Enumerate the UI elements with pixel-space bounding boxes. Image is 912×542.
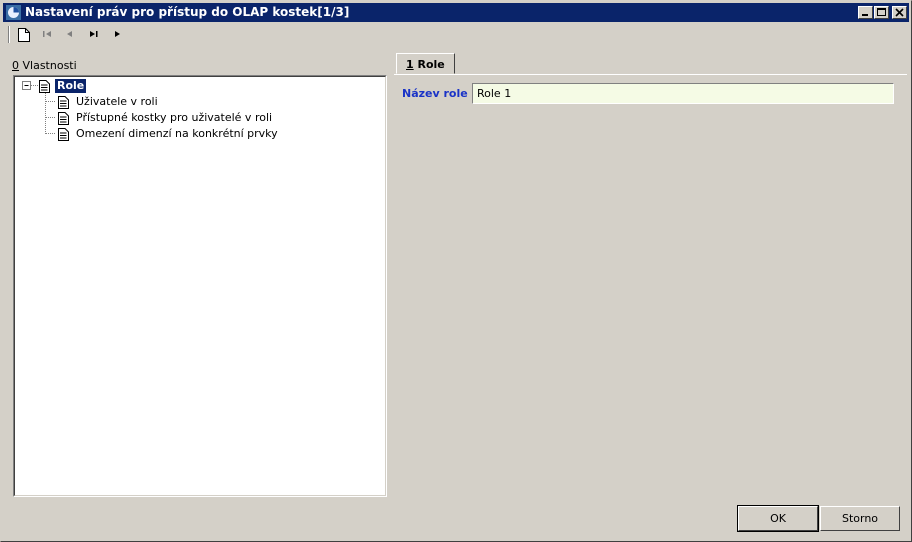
role-name-input[interactable] [472,83,894,104]
properties-label-text: Vlastnosti [19,59,77,72]
tree-node-label: Přístupné kostky pro uživatelé v roli [76,111,273,124]
cancel-button[interactable]: Storno [820,506,900,531]
window-title: Nastavení práv pro přístup do OLAP koste… [25,5,350,19]
tab-role[interactable]: 1 Role [396,53,455,74]
close-icon [895,8,904,17]
last-record-icon [90,31,98,37]
maximize-icon [877,8,886,16]
first-record-icon [43,31,51,37]
document-icon [58,128,69,141]
dialog-window: Nastavení práv pro přístup do OLAP koste… [0,0,912,542]
previous-record-icon [67,31,72,37]
tree-node-label: Role [53,78,88,94]
title-bar[interactable]: Nastavení práv pro přístup do OLAP koste… [3,3,909,22]
properties-tree[interactable]: Role Uživatele v roli Přístupné kostky p… [13,75,387,497]
tab-strip: 1 Role [394,53,909,75]
first-record-button[interactable] [39,25,57,43]
maximize-button[interactable] [874,6,889,19]
document-icon [39,80,50,93]
tree-node-label: Omezení dimenzí na konkrétní prvky [76,127,278,140]
toolbar [3,24,909,44]
minimize-button[interactable] [858,6,873,19]
ok-button[interactable]: OK [737,505,819,532]
tree-canvas: Role Uživatele v roli Přístupné kostky p… [14,76,386,496]
next-record-icon [115,31,120,37]
tab-hotkey: 1 [406,58,414,71]
app-icon [6,5,21,20]
properties-panel-label: 0 Vlastnosti [12,59,77,72]
next-record-button[interactable] [109,25,127,43]
last-record-button[interactable] [85,25,103,43]
properties-hotkey: 0 [12,59,19,72]
new-document-icon [18,28,30,42]
role-name-label: Název role [402,87,468,100]
tree-node-label: Uživatele v roli [76,95,158,108]
document-icon [58,112,69,125]
document-icon [58,96,69,109]
close-button[interactable] [892,6,907,19]
toolbar-separator [8,26,10,43]
previous-record-button[interactable] [61,25,79,43]
tab-label: Role [413,58,445,71]
new-record-button[interactable] [15,25,33,43]
minimize-icon [862,14,868,16]
tab-divider [394,74,907,75]
tree-expander-icon[interactable] [22,81,31,90]
